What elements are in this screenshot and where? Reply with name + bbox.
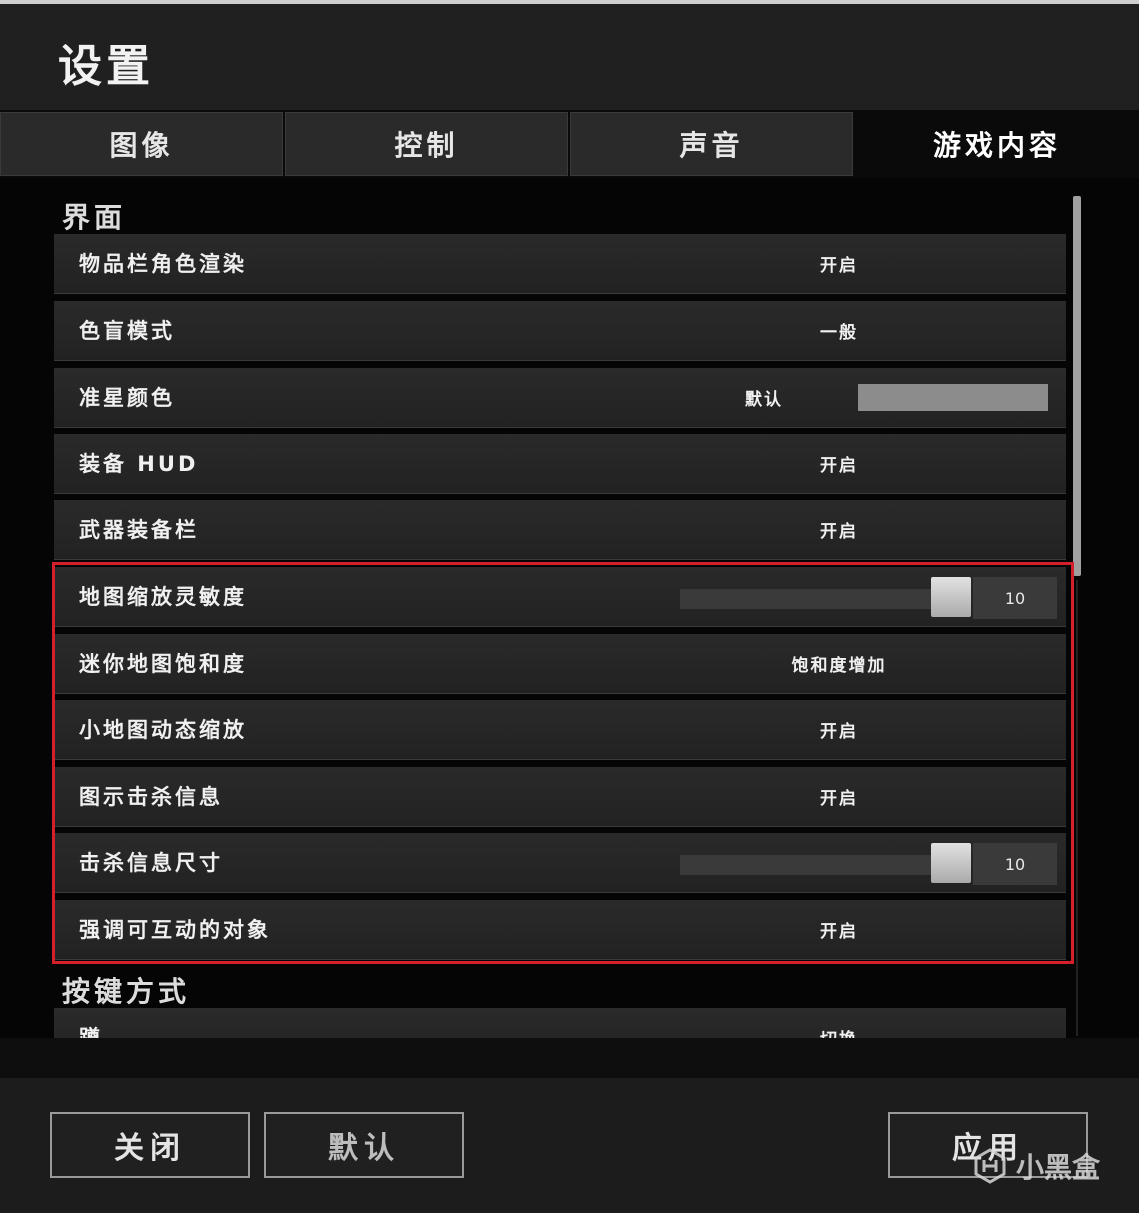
setting-row-weapon-bar[interactable]: 武器装备栏 开启 xyxy=(54,500,1066,560)
tab-graphics[interactable]: 图像 xyxy=(0,112,283,176)
setting-label: 迷你地图饱和度 xyxy=(79,652,247,676)
setting-row-minimap-saturation[interactable]: 迷你地图饱和度 饱和度增加 xyxy=(54,634,1066,694)
setting-value[interactable]: 开启 xyxy=(749,451,929,476)
page-title: 设置 xyxy=(58,41,154,92)
scrollbar-thumb[interactable] xyxy=(1073,196,1081,576)
slider-track[interactable] xyxy=(680,589,932,609)
setting-value[interactable]: 开启 xyxy=(749,784,929,809)
setting-row-kill-feed-icons[interactable]: 图示击杀信息 开启 xyxy=(54,767,1066,827)
tab-bar: 图像 控制 声音 游戏内容 xyxy=(0,110,1139,178)
scrollbar-track[interactable] xyxy=(1076,580,1078,1036)
setting-value[interactable]: 切换 xyxy=(749,1025,929,1038)
slider-handle[interactable] xyxy=(931,843,971,883)
setting-row-colorblind-mode[interactable]: 色盲模式 一般 xyxy=(54,301,1066,361)
tab-controls[interactable]: 控制 xyxy=(285,112,568,176)
setting-row-map-zoom-sensitivity[interactable]: 地图缩放灵敏度 10 xyxy=(54,567,1066,627)
setting-label: 地图缩放灵敏度 xyxy=(79,585,247,609)
setting-label: 小地图动态缩放 xyxy=(79,718,247,742)
setting-label: 击杀信息尺寸 xyxy=(79,851,223,875)
tab-gameplay[interactable]: 游戏内容 xyxy=(855,112,1139,176)
setting-value[interactable]: 默认 xyxy=(674,385,854,410)
setting-value[interactable]: 开启 xyxy=(749,917,929,942)
setting-value[interactable]: 开启 xyxy=(749,517,929,542)
close-button[interactable]: 关闭 xyxy=(50,1112,250,1178)
watermark: 小黑盒 xyxy=(972,1146,1100,1186)
setting-row-inventory-character-render[interactable]: 物品栏角色渲染 开启 xyxy=(54,234,1066,294)
setting-label: 色盲模式 xyxy=(79,319,175,343)
setting-value[interactable]: 开启 xyxy=(749,717,929,742)
setting-label: 物品栏角色渲染 xyxy=(79,252,247,276)
setting-row-crosshair-color[interactable]: 准星颜色 默认 xyxy=(54,368,1066,428)
setting-value[interactable]: 开启 xyxy=(749,251,929,276)
slider-value[interactable]: 10 xyxy=(973,843,1057,885)
setting-label: 蹲 xyxy=(79,1026,103,1038)
setting-label: 准星颜色 xyxy=(79,386,175,410)
setting-row-highlight-interactables[interactable]: 强调可互动的对象 开启 xyxy=(54,900,1066,960)
setting-label: 图示击杀信息 xyxy=(79,785,223,809)
slider-handle[interactable] xyxy=(931,577,971,617)
setting-row-crouch[interactable]: 蹲 切换 xyxy=(54,1008,1066,1038)
setting-row-equipment-hud[interactable]: 装备 HUD 开启 xyxy=(54,434,1066,494)
default-button[interactable]: 默认 xyxy=(264,1112,464,1178)
settings-list[interactable]: 界面 物品栏角色渲染 开启 色盲模式 一般 准星颜色 默认 装备 HUD 开启 … xyxy=(0,178,1139,1038)
setting-row-kill-feed-size[interactable]: 击杀信息尺寸 10 xyxy=(54,833,1066,893)
setting-label: 武器装备栏 xyxy=(79,518,199,542)
section-title-interface: 界面 xyxy=(62,201,127,234)
crosshair-color-swatch[interactable] xyxy=(858,384,1048,411)
section-title-key-mode: 按键方式 xyxy=(62,975,191,1008)
slider-track[interactable] xyxy=(680,855,932,875)
setting-value[interactable]: 饱和度增加 xyxy=(749,651,929,676)
slider-value[interactable]: 10 xyxy=(973,577,1057,619)
tab-sound[interactable]: 声音 xyxy=(570,112,853,176)
setting-value[interactable]: 一般 xyxy=(749,318,929,343)
setting-label: 装备 HUD xyxy=(79,452,199,476)
heybox-logo-icon xyxy=(974,1148,1006,1184)
setting-row-minimap-dynamic-zoom[interactable]: 小地图动态缩放 开启 xyxy=(54,700,1066,760)
footer-bar: 关闭 默认 应用 xyxy=(0,1078,1139,1213)
settings-header: 设置 xyxy=(0,4,1139,110)
watermark-text: 小黑盒 xyxy=(1016,1151,1101,1184)
setting-label: 强调可互动的对象 xyxy=(79,918,271,942)
